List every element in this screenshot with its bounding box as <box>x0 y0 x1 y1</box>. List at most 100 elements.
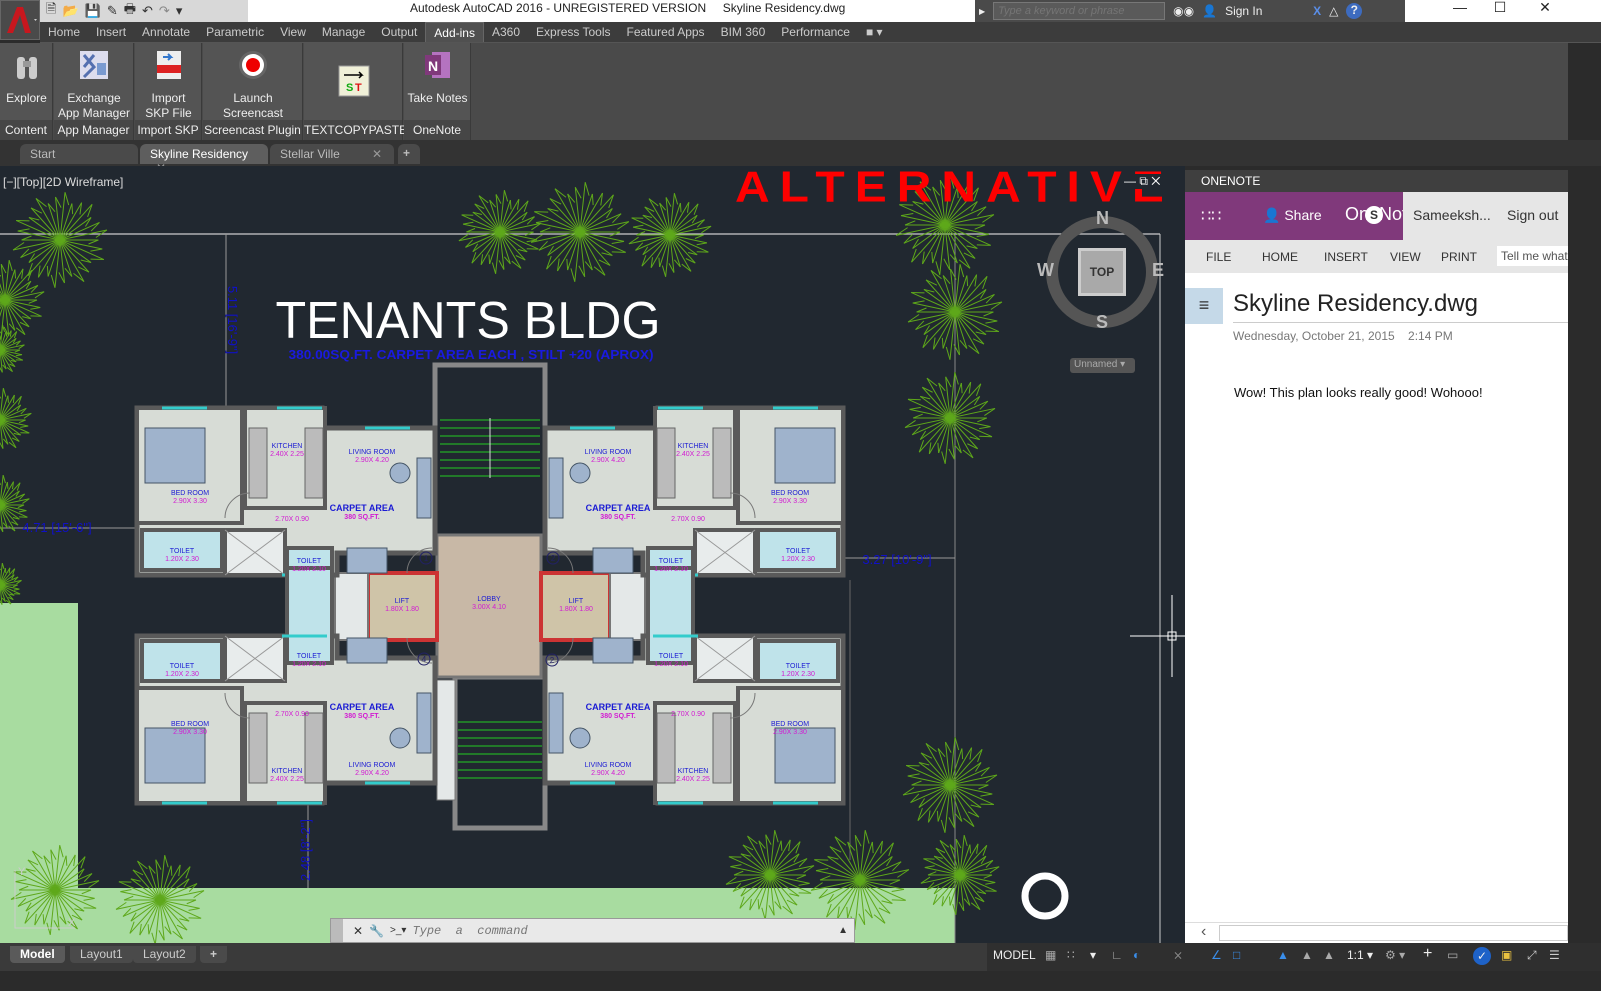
layout-tab-model[interactable]: Model <box>10 946 65 963</box>
annotation-scale-icon[interactable]: ▲ <box>1323 948 1335 962</box>
compass-east[interactable]: E <box>1152 260 1164 281</box>
take-notes-button[interactable]: N Take Notes <box>404 47 471 106</box>
redo-icon[interactable]: ↷ <box>159 3 170 19</box>
viewcube-top-face[interactable]: TOP <box>1078 248 1126 296</box>
textcopypaste-button[interactable]: ST <box>304 63 403 107</box>
compass-south[interactable]: S <box>1096 312 1108 333</box>
minimize-icon[interactable]: — <box>1124 174 1136 188</box>
menu-insert[interactable]: INSERT <box>1324 250 1368 264</box>
auto-scale-icon[interactable]: ▲ <box>1301 948 1313 962</box>
search-input[interactable] <box>993 2 1166 20</box>
note-body[interactable]: Wow! This plan looks really good! Wohooo… <box>1234 385 1483 400</box>
workspace-gear-icon[interactable]: ⚙ ▾ <box>1385 948 1405 962</box>
clean-screen-icon[interactable]: ▣ <box>1501 948 1512 962</box>
ribbon-minimize-icon[interactable]: ■ ▾ <box>858 22 891 42</box>
drawing-viewport[interactable]: KITCHEN 2.40X 2.25 LIVING ROOM 2.90X 4.20 BE… <box>0 166 1185 943</box>
ribbon-tab-bim-360[interactable]: BIM 360 <box>713 22 774 42</box>
horizontal-scrollbar[interactable]: ‹ <box>1185 922 1568 943</box>
skype-icon[interactable]: S <box>1365 206 1383 224</box>
ribbon-tab-express-tools[interactable]: Express Tools <box>528 22 618 42</box>
close-icon[interactable]: ✕ <box>1151 174 1160 188</box>
layout-tab-layout2[interactable]: Layout2 <box>133 946 196 963</box>
application-menu-button[interactable] <box>0 0 40 40</box>
recent-commands-icon[interactable]: ▲ <box>838 925 848 936</box>
a360-icon[interactable]: △ <box>1329 4 1338 18</box>
sign-in-button[interactable]: Sign In <box>1225 4 1305 18</box>
file-tab-skyline-residency[interactable]: Skyline Residency ✕ <box>140 144 268 175</box>
polar-tracking-icon[interactable]: ◐ <box>1133 948 1140 962</box>
new-icon[interactable]: 🗎 <box>46 0 56 22</box>
compass-north[interactable]: N <box>1096 208 1109 229</box>
share-button[interactable]: 👤 Share <box>1263 207 1322 224</box>
save-as-icon[interactable]: ✎ <box>107 3 118 19</box>
ribbon-tab-output[interactable]: Output <box>373 22 425 42</box>
grid-icon[interactable]: ▦ <box>1045 948 1056 962</box>
hardware-acceleration-icon[interactable]: ✓ <box>1473 947 1491 965</box>
undo-icon[interactable]: ↶ <box>142 3 153 19</box>
snap-icon[interactable]: ∷ <box>1067 948 1075 962</box>
file-tab-stellar-ville[interactable]: Stellar Ville ✕ <box>270 144 394 164</box>
annotation-visibility-icon[interactable]: ▲ <box>1277 948 1289 962</box>
dropdown-icon[interactable]: ▾ <box>1090 948 1096 962</box>
tell-me-input[interactable]: Tell me what <box>1497 246 1568 266</box>
page-title[interactable]: Skyline Residency.dwg <box>1233 290 1568 323</box>
explore-button[interactable]: Explore <box>0 47 53 106</box>
ortho-icon[interactable]: ∟ <box>1111 948 1123 962</box>
close-button[interactable]: ✕ <box>1525 0 1565 22</box>
layout-tab-layout1[interactable]: Layout1 <box>70 946 133 963</box>
ribbon-tab-parametric[interactable]: Parametric <box>198 22 272 42</box>
model-space-button[interactable]: MODEL <box>993 948 1036 962</box>
close-tab-icon[interactable]: ✕ <box>372 147 382 161</box>
plus-icon[interactable]: + <box>1423 945 1432 963</box>
ucs-dropdown[interactable]: Unnamed ▾ <box>1070 358 1135 373</box>
file-tab-start[interactable]: Start <box>20 144 138 164</box>
floor-plan-drawing[interactable]: KITCHEN2.40X 2.25 LIVING ROOM2.90X 4.20BE… <box>0 166 1185 943</box>
exchange-icon[interactable]: X <box>1313 4 1321 18</box>
maximize-button[interactable]: ☐ <box>1480 0 1520 22</box>
viewport-controls-label[interactable]: [−][Top][2D Wireframe] <box>3 175 123 189</box>
import-skp-button[interactable]: Import SKP File <box>135 47 202 121</box>
restore-icon[interactable]: ⧉ <box>1139 174 1148 188</box>
ribbon-tab-home[interactable]: Home <box>40 22 88 42</box>
new-layout-button[interactable]: + <box>200 946 228 963</box>
scroll-track[interactable] <box>1219 925 1568 941</box>
scroll-left-icon[interactable]: ‹ <box>1201 923 1206 941</box>
customization-menu-icon[interactable]: ☰ <box>1549 948 1560 962</box>
sign-out-link[interactable]: Sign out <box>1507 207 1558 223</box>
ribbon-tab-insert[interactable]: Insert <box>88 22 134 42</box>
command-input[interactable] <box>412 923 839 938</box>
menu-file[interactable]: FILE <box>1206 250 1231 264</box>
menu-home[interactable]: HOME <box>1262 250 1298 264</box>
ribbon-tab-a360[interactable]: A360 <box>484 22 528 42</box>
save-icon[interactable]: 💾 <box>85 3 101 19</box>
object-snap-tracking-icon[interactable]: ∠ <box>1211 948 1222 962</box>
viewcube[interactable]: TOP N S E W <box>1037 208 1164 333</box>
close-icon[interactable]: ✕ <box>353 924 363 938</box>
ribbon-tab-view[interactable]: View <box>272 22 314 42</box>
customize-wrench-icon[interactable]: 🔧 <box>369 924 384 938</box>
minimize-button[interactable]: — <box>1440 0 1480 22</box>
navigation-toggle-icon[interactable]: ≡ <box>1185 288 1223 324</box>
command-prompt-icon[interactable]: >_▾ <box>390 925 406 936</box>
open-icon[interactable]: 📂 <box>62 3 78 19</box>
command-grip[interactable] <box>331 919 343 942</box>
menu-print[interactable]: PRINT <box>1441 250 1477 264</box>
user-name[interactable]: Sameeksh... <box>1413 207 1491 223</box>
ribbon-tab-annotate[interactable]: Annotate <box>134 22 198 42</box>
help-icon[interactable]: ? <box>1346 3 1363 19</box>
ribbon-tab-featured-apps[interactable]: Featured Apps <box>619 22 713 42</box>
fullscreen-icon[interactable]: ⤢ <box>1527 948 1537 963</box>
compass-west[interactable]: W <box>1037 260 1054 281</box>
annotation-scale-dropdown[interactable]: 1:1 ▾ <box>1347 948 1373 962</box>
isodraft-icon[interactable]: ⨯ <box>1173 948 1183 962</box>
print-icon[interactable]: 🖶 <box>124 0 136 22</box>
ribbon-tab-manage[interactable]: Manage <box>314 22 373 42</box>
binoculars-icon[interactable]: ◉◉ <box>1173 4 1194 18</box>
ribbon-tab-performance[interactable]: Performance <box>773 22 858 42</box>
object-snap-icon[interactable]: □ <box>1233 948 1240 962</box>
launch-screencast-button[interactable]: Launch Screencast <box>203 47 303 121</box>
new-tab-button[interactable]: + <box>398 144 420 164</box>
menu-view[interactable]: VIEW <box>1390 250 1421 264</box>
isolate-objects-icon[interactable]: ▭ <box>1447 948 1458 962</box>
ribbon-tab-add-ins[interactable]: Add-ins <box>425 22 484 42</box>
